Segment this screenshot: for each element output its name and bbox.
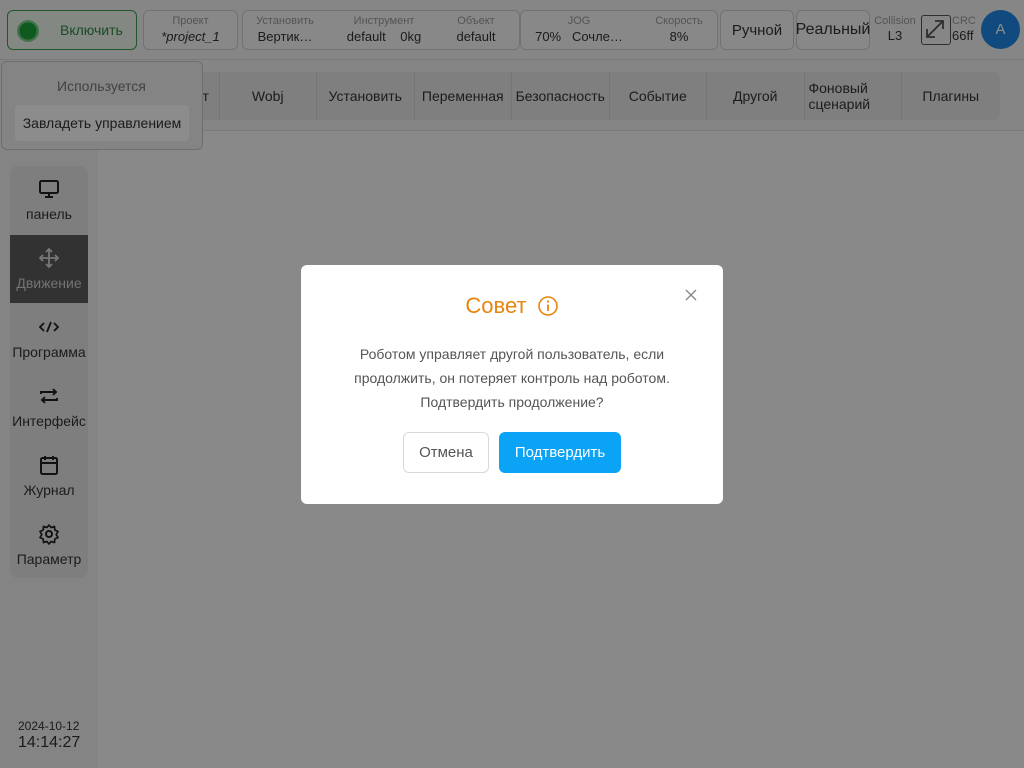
confirm-button[interactable]: Подтвердить	[499, 432, 621, 473]
cancel-button[interactable]: Отмена	[403, 432, 489, 473]
dialog-message: Роботом управляет другой пользователь, е…	[354, 346, 670, 410]
confirm-dialog: Совет Роботом управляет другой пользоват…	[301, 265, 723, 504]
close-icon[interactable]	[683, 287, 699, 303]
info-icon	[537, 296, 558, 316]
dialog-title: Совет	[465, 293, 527, 318]
